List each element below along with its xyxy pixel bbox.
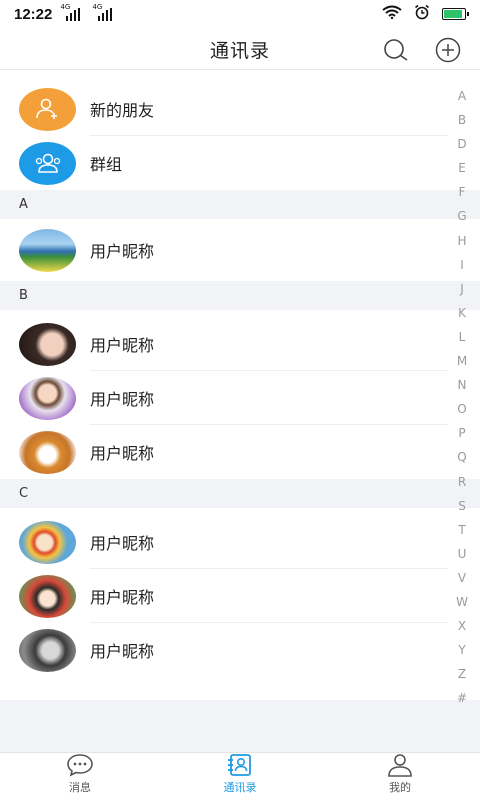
contacts-icon xyxy=(228,754,251,776)
woman-bw-avatar xyxy=(19,628,76,672)
index-letter[interactable]: H xyxy=(457,229,466,253)
index-letter[interactable]: W xyxy=(456,590,468,614)
index-letter[interactable]: I xyxy=(460,253,464,277)
section-header-a: A xyxy=(0,190,480,219)
contact-list: 新的朋友 群组 A 用户昵称 B 用户昵称 用户昵称 用户昵称 C 用户昵称 用… xyxy=(0,70,480,700)
index-letter[interactable]: T xyxy=(458,518,465,542)
groups-label: 群组 xyxy=(90,155,123,174)
contact-item[interactable]: 用户昵称 xyxy=(0,425,480,479)
plus-circle-icon xyxy=(435,37,461,63)
contact-name: 用户昵称 xyxy=(90,390,155,409)
cartoon-fish-avatar xyxy=(19,520,76,564)
tab-label: 消息 xyxy=(69,781,91,794)
landscape-avatar xyxy=(19,228,76,272)
dog-avatar xyxy=(19,430,76,474)
index-letter[interactable]: N xyxy=(458,373,467,397)
girl-portrait-avatar xyxy=(19,322,76,366)
index-letter[interactable]: O xyxy=(457,397,466,421)
contact-item[interactable]: 用户昵称 xyxy=(0,371,480,425)
index-letter[interactable]: K xyxy=(458,301,466,325)
add-user-icon xyxy=(19,87,76,131)
groups-item[interactable]: 群组 xyxy=(0,136,480,190)
tab-bar: 消息 通讯录 我的 xyxy=(0,752,480,800)
index-letter[interactable]: L xyxy=(459,325,466,349)
index-letter[interactable]: D xyxy=(457,132,466,156)
status-time: 12:22 xyxy=(14,5,53,23)
index-letter[interactable]: X xyxy=(458,614,466,638)
contact-name: 用户昵称 xyxy=(90,336,155,355)
index-letter[interactable]: V xyxy=(458,566,466,590)
tab-label: 通讯录 xyxy=(223,781,257,794)
group-icon xyxy=(19,141,76,185)
index-letter[interactable]: S xyxy=(458,494,466,518)
new-friends-item[interactable]: 新的朋友 xyxy=(0,82,480,136)
index-letter[interactable]: Y xyxy=(458,638,465,662)
wifi-icon xyxy=(382,5,402,23)
index-letter[interactable]: Z xyxy=(458,662,466,686)
add-button[interactable] xyxy=(434,36,462,64)
contact-name: 用户昵称 xyxy=(90,642,155,661)
cartoon-boy-avatar xyxy=(19,574,76,618)
index-letter[interactable]: G xyxy=(457,204,466,228)
search-button[interactable] xyxy=(382,36,410,64)
index-letter[interactable]: R xyxy=(458,470,466,494)
chat-icon xyxy=(67,754,93,777)
tab-contacts[interactable]: 通讯录 xyxy=(160,753,320,800)
child-avatar xyxy=(19,376,76,420)
battery-icon xyxy=(442,8,469,20)
contact-name: 用户昵称 xyxy=(90,534,155,553)
new-friends-label: 新的朋友 xyxy=(90,101,155,120)
index-letter[interactable]: A xyxy=(458,84,466,108)
header: 通讯录 xyxy=(0,28,480,70)
alphabet-index[interactable]: A B D E F G H I J K L M N O P Q R S T U V W X Y Z # xyxy=(454,84,470,710)
index-letter[interactable]: Q xyxy=(457,445,466,469)
index-letter[interactable]: M xyxy=(457,349,467,373)
contact-item[interactable]: 用户昵称 xyxy=(0,317,480,371)
index-letter[interactable]: E xyxy=(458,156,466,180)
contact-name: 用户昵称 xyxy=(90,242,155,261)
search-icon xyxy=(384,39,408,61)
status-bar: 12:22 4G 4G xyxy=(0,0,480,28)
section-header-b: B xyxy=(0,281,480,310)
index-letter[interactable]: P xyxy=(458,421,465,445)
alarm-icon xyxy=(414,4,430,24)
index-letter[interactable]: B xyxy=(458,108,466,132)
tab-profile[interactable]: 我的 xyxy=(320,753,480,800)
contact-item[interactable]: 用户昵称 xyxy=(0,623,480,677)
tab-label: 我的 xyxy=(389,781,411,794)
profile-icon xyxy=(388,754,412,777)
index-letter[interactable]: U xyxy=(458,542,467,566)
contact-item[interactable]: 用户昵称 xyxy=(0,515,480,569)
index-letter[interactable]: # xyxy=(457,686,467,710)
contact-name: 用户昵称 xyxy=(90,444,155,463)
section-header-c: C xyxy=(0,479,480,508)
contact-item[interactable]: 用户昵称 xyxy=(0,569,480,623)
index-letter[interactable]: J xyxy=(460,277,464,301)
signal-icon-2: 4G xyxy=(92,3,113,21)
contact-name: 用户昵称 xyxy=(90,588,155,607)
contact-item[interactable]: 用户昵称 xyxy=(0,219,480,281)
signal-icon: 4G xyxy=(60,3,81,21)
tab-messages[interactable]: 消息 xyxy=(0,753,160,800)
index-letter[interactable]: F xyxy=(459,180,466,204)
